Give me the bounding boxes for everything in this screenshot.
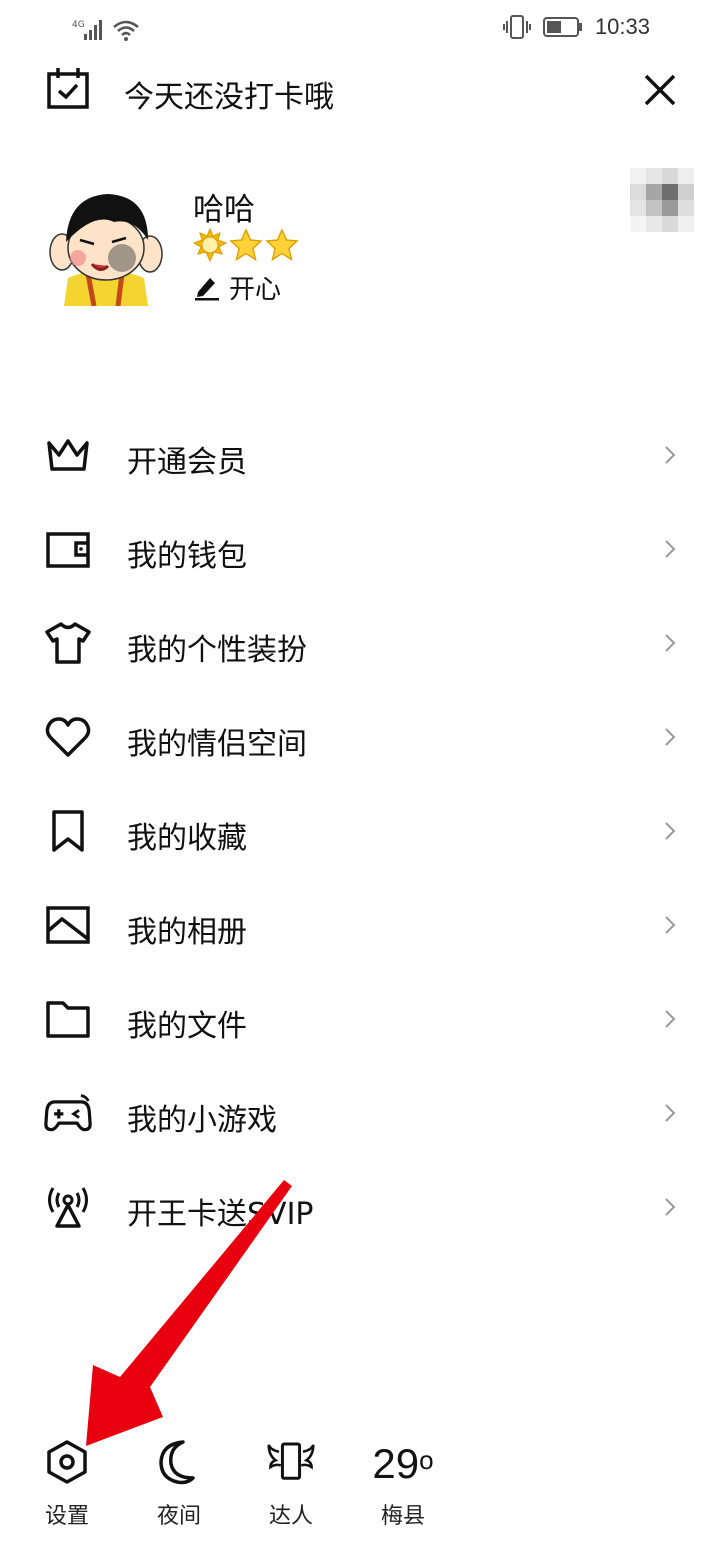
checkin-prompt[interactable]: 今天还没打卡哦 bbox=[124, 72, 334, 116]
menu-item-couple-space[interactable]: 我的情侣空间 bbox=[0, 690, 720, 784]
sun-icon bbox=[193, 228, 227, 262]
status-bar: 4G 10:33 bbox=[0, 0, 720, 56]
signal-tower-icon bbox=[48, 1187, 88, 1228]
calendar-check-icon[interactable] bbox=[46, 66, 90, 110]
chevron-right-icon bbox=[665, 728, 676, 746]
mood-text: 开心 bbox=[229, 274, 282, 305]
menu-item-wallet[interactable]: 我的钱包 bbox=[0, 502, 720, 596]
network-type: 4G bbox=[72, 20, 85, 30]
menu-item-label: 我的文件 bbox=[127, 1009, 247, 1044]
bookmark-icon bbox=[52, 810, 84, 852]
menu-item-label: 我的个性装扮 bbox=[127, 633, 307, 668]
status-left: 4G bbox=[70, 14, 140, 42]
drawer-menu: 开通会员 我的钱包 我的个性装扮 我的情侣空间 我的收藏 我的相册 我的文件 我… bbox=[0, 408, 720, 1254]
chevron-right-icon bbox=[665, 634, 676, 652]
status-time: 10:33 bbox=[594, 14, 650, 39]
weather-location: 梅县 bbox=[380, 1504, 425, 1529]
menu-item-label: 我的钱包 bbox=[127, 539, 247, 574]
chevron-right-icon bbox=[665, 1104, 676, 1122]
temperature-degree: o bbox=[419, 1445, 434, 1475]
header: 今天还没打卡哦 bbox=[0, 60, 720, 120]
edit-pencil-icon bbox=[195, 278, 219, 301]
folder-icon bbox=[46, 1001, 90, 1038]
menu-item-label: 我的收藏 bbox=[127, 821, 247, 856]
menu-item-files[interactable]: 我的文件 bbox=[0, 972, 720, 1066]
moon-icon bbox=[159, 1440, 195, 1485]
expert-label: 达人 bbox=[268, 1504, 313, 1529]
battery-icon bbox=[542, 17, 582, 37]
temperature-value: 29 bbox=[372, 1440, 420, 1487]
night-mode-button[interactable]: 夜间 bbox=[123, 1430, 235, 1540]
expert-button[interactable]: 达人 bbox=[235, 1430, 347, 1540]
level-badges[interactable] bbox=[193, 228, 299, 262]
chevron-right-icon bbox=[665, 916, 676, 934]
wallet-icon bbox=[46, 532, 90, 568]
menu-item-label: 我的相册 bbox=[127, 915, 247, 950]
vibrate-icon bbox=[502, 15, 531, 39]
chevron-right-icon bbox=[665, 446, 676, 464]
menu-item-dressup[interactable]: 我的个性装扮 bbox=[0, 596, 720, 690]
chevron-right-icon bbox=[665, 822, 676, 840]
crown-icon bbox=[47, 439, 89, 471]
weather-widget[interactable]: 29o 梅县 bbox=[347, 1430, 459, 1540]
bottom-bar: 设置 夜间 达人 29o 梅县 bbox=[0, 1430, 720, 1540]
menu-item-king-card[interactable]: 开王卡送SVIP bbox=[0, 1160, 720, 1254]
chevron-right-icon bbox=[665, 1198, 676, 1216]
settings-hexagon-icon bbox=[47, 1440, 87, 1484]
settings-button[interactable]: 设置 bbox=[11, 1430, 123, 1540]
photo-icon bbox=[46, 906, 90, 944]
mood-status[interactable]: 开心 bbox=[193, 270, 282, 305]
menu-item-vip[interactable]: 开通会员 bbox=[0, 408, 720, 502]
menu-item-label: 开通会员 bbox=[127, 445, 247, 480]
qr-code-icon[interactable] bbox=[630, 168, 694, 232]
gamepad-icon bbox=[44, 1094, 92, 1132]
username: 哈哈 bbox=[193, 192, 255, 228]
menu-item-favorites[interactable]: 我的收藏 bbox=[0, 784, 720, 878]
menu-item-label: 开王卡送SVIP bbox=[127, 1197, 314, 1232]
menu-item-album[interactable]: 我的相册 bbox=[0, 878, 720, 972]
phone-wings-icon bbox=[267, 1442, 315, 1480]
signal-icon: 4G bbox=[72, 20, 102, 40]
menu-item-minigames[interactable]: 我的小游戏 bbox=[0, 1066, 720, 1160]
wifi-icon bbox=[113, 20, 139, 41]
avatar[interactable] bbox=[44, 178, 168, 306]
close-icon[interactable] bbox=[642, 72, 678, 108]
tshirt-icon bbox=[45, 622, 91, 664]
temperature: 29o bbox=[347, 1440, 459, 1488]
night-mode-label: 夜间 bbox=[156, 1504, 201, 1529]
star-icon bbox=[265, 228, 299, 262]
menu-item-label: 我的情侣空间 bbox=[127, 727, 307, 762]
settings-label: 设置 bbox=[44, 1504, 89, 1529]
chevron-right-icon bbox=[665, 1010, 676, 1028]
star-icon bbox=[229, 228, 263, 262]
chevron-right-icon bbox=[665, 540, 676, 558]
heart-icon bbox=[45, 717, 91, 757]
status-right: 10:33 bbox=[502, 12, 650, 42]
menu-item-label: 我的小游戏 bbox=[127, 1103, 277, 1138]
